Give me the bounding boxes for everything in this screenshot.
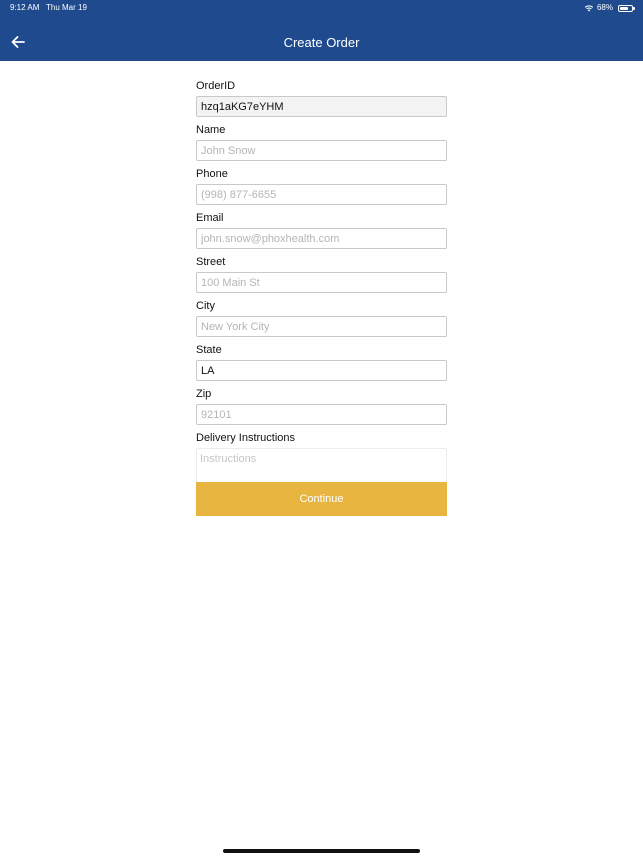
battery-level — [620, 6, 628, 10]
status-indicators: 68% — [584, 0, 635, 16]
city-label: City — [196, 300, 215, 312]
street-input[interactable] — [196, 272, 447, 293]
field-state: State — [196, 343, 447, 381]
home-indicator — [223, 849, 420, 853]
field-order-id: OrderID — [196, 79, 447, 117]
create-order-form: OrderID Name Phone Email Street City Sta… — [196, 79, 447, 490]
field-email: Email — [196, 211, 447, 249]
state-input[interactable] — [196, 360, 447, 381]
phone-label: Phone — [196, 168, 228, 180]
field-instructions: Delivery Instructions — [196, 431, 447, 484]
email-input[interactable] — [196, 228, 447, 249]
continue-button[interactable]: Continue — [196, 482, 447, 516]
street-label: Street — [196, 256, 226, 268]
battery-percent: 68% — [596, 3, 613, 12]
field-street: Street — [196, 255, 447, 293]
name-label: Name — [196, 124, 226, 136]
field-name: Name — [196, 123, 447, 161]
page-title: Create Order — [283, 35, 360, 50]
field-phone: Phone — [196, 167, 447, 205]
city-input[interactable] — [196, 316, 447, 337]
zip-label: Zip — [196, 388, 212, 400]
status-time: 9:12 AM — [10, 3, 40, 12]
field-city: City — [196, 299, 447, 337]
zip-input[interactable] — [196, 404, 447, 425]
instructions-textarea[interactable] — [196, 448, 447, 484]
order-id-input[interactable] — [196, 96, 447, 117]
name-input[interactable] — [196, 140, 447, 161]
order-id-label: OrderID — [196, 80, 236, 92]
state-label: State — [196, 344, 222, 356]
status-bar: 9:12 AM Thu Mar 19 68% — [0, 0, 643, 16]
phone-input[interactable] — [196, 184, 447, 205]
app-header: 9:12 AM Thu Mar 19 68% Create Order — [0, 0, 643, 61]
email-label: Email — [196, 212, 224, 224]
field-zip: Zip — [196, 387, 447, 425]
wifi-icon — [584, 5, 594, 12]
instructions-label: Delivery Instructions — [196, 432, 296, 444]
battery-icon — [618, 4, 635, 12]
status-date: Thu Mar 19 — [46, 3, 87, 12]
